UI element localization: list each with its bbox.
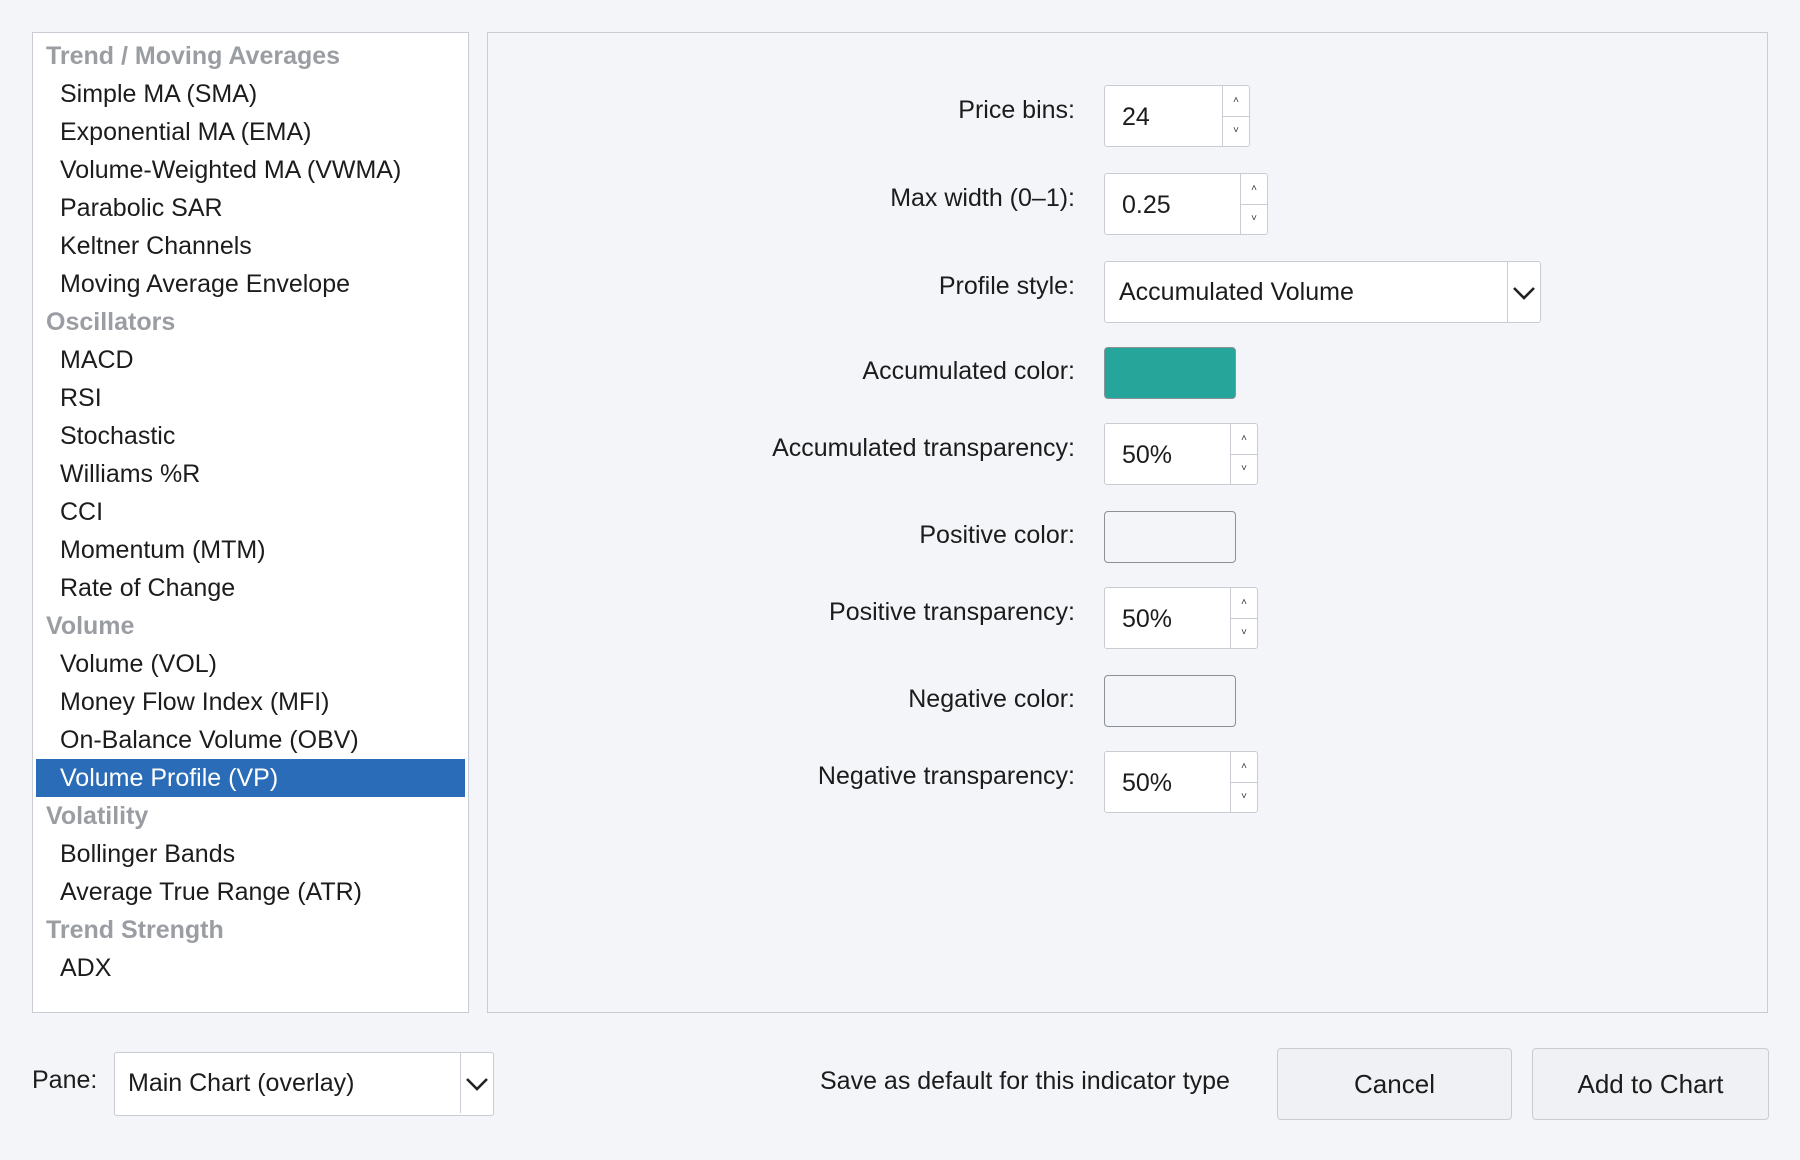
list-item[interactable]: Money Flow Index (MFI) <box>33 683 468 721</box>
list-item[interactable]: Average True Range (ATR) <box>33 873 468 911</box>
row-positive-transparency: Positive transparency: 50% ˄ ˅ <box>488 587 1767 649</box>
accumulated-color-label: Accumulated color: <box>862 357 1075 385</box>
positive-transparency-input[interactable]: 50% ˄ ˅ <box>1104 587 1258 649</box>
list-category-header: Volume <box>46 612 135 640</box>
stepper-up-icon[interactable]: ˄ <box>1231 752 1257 783</box>
settings-panel: Price bins: 24 ˄ ˅ Max width (0–1): 0.25… <box>487 32 1768 1013</box>
list-item[interactable]: Volume (VOL) <box>33 645 468 683</box>
max-width-input[interactable]: 0.25 ˄ ˅ <box>1104 173 1268 235</box>
row-negative-transparency: Negative transparency: 50% ˄ ˅ <box>488 751 1767 813</box>
stepper-down-icon[interactable]: ˅ <box>1241 204 1267 234</box>
list-category-header: Oscillators <box>46 308 176 336</box>
price-bins-value: 24 <box>1122 103 1150 131</box>
row-accumulated-transparency: Accumulated transparency: 50% ˄ ˅ <box>488 423 1767 485</box>
stepper-down-icon[interactable]: ˅ <box>1231 454 1257 484</box>
positive-color-label: Positive color: <box>919 521 1075 549</box>
indicator-list[interactable]: Trend / Moving Averages Simple MA (SMA) Ex… <box>32 32 469 1013</box>
list-item[interactable]: Volume Profile (VP) <box>36 759 465 797</box>
list-item[interactable]: Bollinger Bands <box>33 835 468 873</box>
add-to-chart-button[interactable]: Add to Chart <box>1532 1048 1769 1120</box>
stepper-up-icon[interactable]: ˄ <box>1231 588 1257 619</box>
accumulated-color-swatch[interactable] <box>1104 347 1236 399</box>
max-width-stepper[interactable]: ˄ ˅ <box>1240 174 1267 234</box>
positive-transparency-label: Positive transparency: <box>829 598 1075 626</box>
price-bins-input[interactable]: 24 ˄ ˅ <box>1104 85 1250 147</box>
row-positive-color: Positive color: <box>488 511 1767 563</box>
list-item[interactable]: Stochastic <box>33 417 468 455</box>
profile-style-value: Accumulated Volume <box>1119 278 1354 306</box>
list-item[interactable]: Momentum (MTM) <box>33 531 468 569</box>
list-item[interactable]: Parabolic SAR <box>33 189 468 227</box>
save-default-label[interactable]: Save as default for this indicator type <box>820 1067 1230 1096</box>
negative-transparency-input[interactable]: 50% ˄ ˅ <box>1104 751 1258 813</box>
stepper-up-icon[interactable]: ˄ <box>1223 86 1249 117</box>
row-negative-color: Negative color: <box>488 675 1767 727</box>
price-bins-label: Price bins: <box>958 96 1075 124</box>
list-item[interactable]: On-Balance Volume (OBV) <box>33 721 468 759</box>
positive-transparency-stepper[interactable]: ˄ ˅ <box>1230 588 1257 648</box>
accumulated-transparency-stepper[interactable]: ˄ ˅ <box>1230 424 1257 484</box>
negative-color-label: Negative color: <box>908 685 1075 713</box>
profile-style-select[interactable]: Accumulated Volume <box>1104 261 1541 323</box>
chevron-down-icon[interactable] <box>1507 262 1540 322</box>
profile-style-label: Profile style: <box>938 272 1075 300</box>
list-item[interactable]: CCI <box>33 493 468 531</box>
stepper-up-icon[interactable]: ˄ <box>1231 424 1257 455</box>
list-item[interactable]: Keltner Channels <box>33 227 468 265</box>
list-item[interactable]: ADX <box>33 949 468 987</box>
list-item[interactable]: Moving Average Envelope <box>33 265 468 303</box>
negative-transparency-stepper[interactable]: ˄ ˅ <box>1230 752 1257 812</box>
max-width-label: Max width (0–1): <box>890 184 1075 212</box>
positive-transparency-value: 50% <box>1122 605 1173 633</box>
list-category-header: Trend / Moving Averages <box>46 42 341 70</box>
pane-select[interactable]: Main Chart (overlay) <box>114 1052 494 1116</box>
stepper-down-icon[interactable]: ˅ <box>1231 782 1257 812</box>
stepper-down-icon[interactable]: ˅ <box>1231 618 1257 648</box>
pane-value: Main Chart (overlay) <box>128 1069 355 1097</box>
row-profile-style: Profile style: Accumulated Volume <box>488 261 1767 323</box>
pane-label: Pane: <box>32 1066 98 1094</box>
list-item[interactable]: Exponential MA (EMA) <box>33 113 468 151</box>
accumulated-transparency-value: 50% <box>1122 441 1173 469</box>
list-category-header: Volatility <box>46 802 149 830</box>
chevron-down-icon[interactable] <box>460 1053 493 1113</box>
stepper-up-icon[interactable]: ˄ <box>1241 174 1267 205</box>
accumulated-transparency-input[interactable]: 50% ˄ ˅ <box>1104 423 1258 485</box>
list-item[interactable]: RSI <box>33 379 468 417</box>
row-accumulated-color: Accumulated color: <box>488 347 1767 399</box>
list-item[interactable]: Simple MA (SMA) <box>33 75 468 113</box>
list-category-header: Trend Strength <box>46 916 224 944</box>
list-item[interactable]: MACD <box>33 341 468 379</box>
list-item[interactable]: Rate of Change <box>33 569 468 607</box>
stepper-down-icon[interactable]: ˅ <box>1223 116 1249 146</box>
list-item[interactable]: Volume-Weighted MA (VWMA) <box>33 151 468 189</box>
max-width-value: 0.25 <box>1122 191 1171 219</box>
negative-transparency-value: 50% <box>1122 769 1173 797</box>
positive-color-swatch[interactable] <box>1104 511 1236 563</box>
cancel-button[interactable]: Cancel <box>1277 1048 1512 1120</box>
negative-transparency-label: Negative transparency: <box>817 762 1075 790</box>
row-max-width: Max width (0–1): 0.25 ˄ ˅ <box>488 173 1767 235</box>
list-item[interactable]: Williams %R <box>33 455 468 493</box>
row-price-bins: Price bins: 24 ˄ ˅ <box>488 85 1767 147</box>
accumulated-transparency-label: Accumulated transparency: <box>772 434 1075 462</box>
price-bins-stepper[interactable]: ˄ ˅ <box>1222 86 1249 146</box>
negative-color-swatch[interactable] <box>1104 675 1236 727</box>
